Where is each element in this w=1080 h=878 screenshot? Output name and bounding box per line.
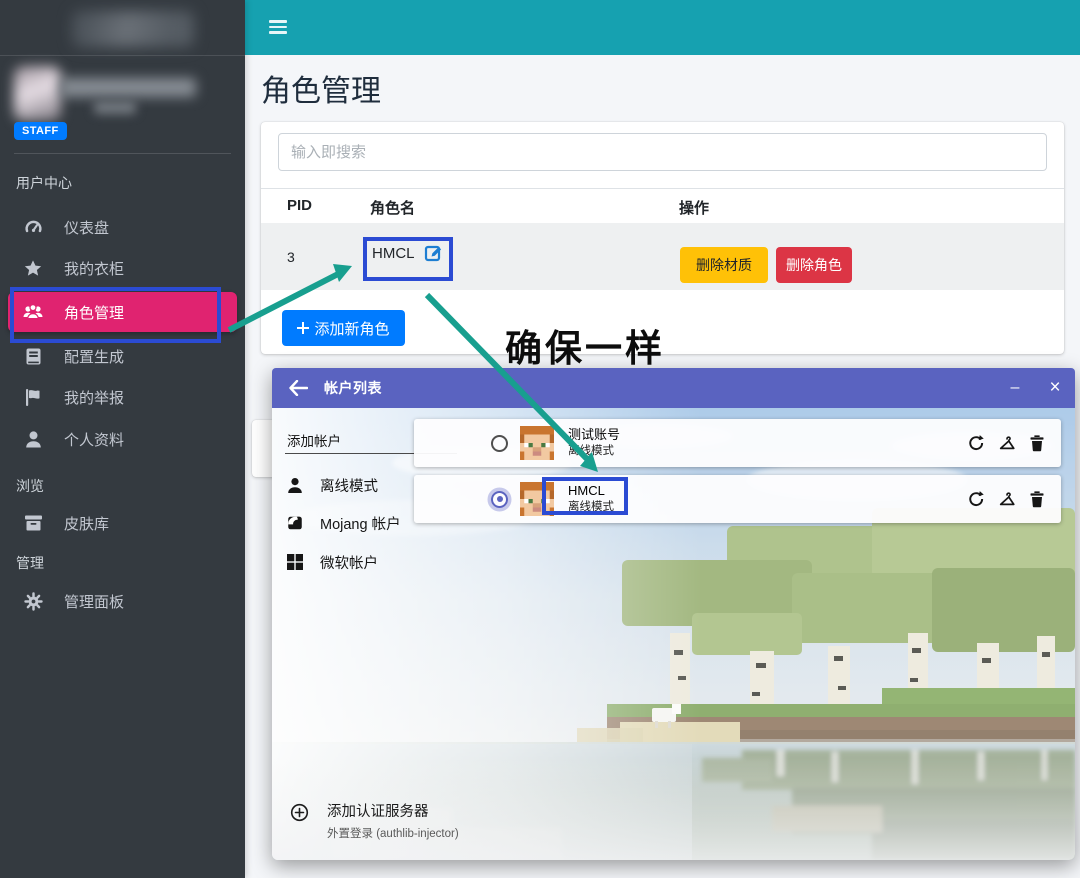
sidebar-item-label: 角色管理: [64, 302, 124, 323]
search-input[interactable]: [278, 133, 1047, 171]
blurred-site-logo: [72, 11, 194, 47]
close-button[interactable]: ×: [1035, 368, 1075, 408]
radio-unchecked[interactable]: [491, 435, 508, 452]
cell-pid: 3: [287, 249, 295, 265]
sidebar-item-label: 皮肤库: [64, 513, 109, 534]
account-name: HMCL: [568, 484, 614, 497]
sidebar-section-admin: 管理: [16, 553, 44, 573]
delete-texture-button[interactable]: 删除材质: [680, 247, 768, 283]
back-arrow-icon[interactable]: [288, 380, 308, 396]
blurred-username: [60, 78, 196, 97]
sidebar-item-reports[interactable]: 我的举报: [8, 377, 237, 417]
person-icon: [285, 477, 305, 494]
sidebar-item-dashboard[interactable]: 仪表盘: [8, 207, 237, 247]
add-role-button[interactable]: 添加新角色: [282, 310, 405, 346]
radio-checked[interactable]: [491, 491, 508, 508]
account-name: 测试账号: [568, 428, 620, 441]
sidebar-item-label: 配置生成: [64, 346, 124, 367]
window-content: 添加帐户 离线模式 Mojang 帐户 微软帐户: [272, 408, 1075, 860]
blurred-user-subtext: [94, 101, 136, 114]
hamburger-menu-icon[interactable]: [269, 20, 287, 34]
method-label: 微软帐户: [320, 552, 378, 573]
book-icon: [22, 346, 44, 366]
account-type: 离线模式: [568, 502, 614, 514]
account-card-test[interactable]: 测试账号 离线模式: [414, 419, 1061, 467]
handwritten-annotation: 确保一样: [505, 318, 665, 372]
sidebar-item-label: 我的举报: [64, 387, 124, 408]
staff-badge: STAFF: [14, 122, 67, 140]
sidebar-divider: [14, 153, 231, 154]
hmcl-launcher-window: 帐户列表 – ×: [272, 368, 1075, 860]
sidebar-item-roles[interactable]: 角色管理: [8, 292, 237, 332]
minimize-button[interactable]: –: [995, 368, 1035, 408]
delete-role-button[interactable]: 删除角色: [776, 247, 852, 283]
mojang-icon: [285, 514, 305, 532]
users-icon: [22, 302, 44, 322]
sidebar-item-closet[interactable]: 我的衣柜: [8, 248, 237, 288]
sidebar-item-config[interactable]: 配置生成: [8, 336, 237, 376]
refresh-icon[interactable]: [967, 434, 985, 452]
sidebar-item-label: 我的衣柜: [64, 258, 124, 279]
top-navbar: [245, 0, 1080, 55]
account-type: 离线模式: [568, 446, 620, 458]
method-label: Mojang 帐户: [320, 513, 401, 534]
account-card-hmcl[interactable]: HMCL 离线模式: [414, 475, 1061, 523]
col-header-pid: PID: [287, 197, 312, 214]
archive-icon: [22, 513, 44, 533]
table-header: PID 角色名 操作: [261, 188, 1064, 225]
avatar: [14, 66, 61, 121]
sidebar-item-label: 个人资料: [64, 429, 124, 450]
authlib-injector-subtext: 外置登录 (authlib-injector): [327, 825, 459, 841]
skin-hanger-icon[interactable]: [998, 490, 1016, 508]
window-titlebar: 帐户列表 – ×: [272, 368, 1075, 408]
sidebar-item-label: 管理面板: [64, 591, 124, 612]
skin-hanger-icon[interactable]: [998, 434, 1016, 452]
plus-circle-icon: [290, 803, 309, 841]
add-auth-server-label: 添加认证服务器: [327, 800, 459, 821]
method-microsoft[interactable]: 微软帐户: [285, 547, 465, 577]
add-account-header: 添加帐户: [287, 430, 341, 450]
minecraft-avatar: [520, 426, 554, 460]
method-label: 离线模式: [320, 475, 378, 496]
gauge-icon: [22, 217, 44, 237]
table-row: 3 HMCL 删除材质 删除角色: [261, 223, 1064, 290]
sidebar-item-admin-panel[interactable]: 管理面板: [8, 581, 237, 621]
sidebar-item-skin-library[interactable]: 皮肤库: [8, 503, 237, 543]
edit-pencil-icon[interactable]: [424, 243, 444, 263]
screen: STAFF 用户中心 仪表盘 我的衣柜 角色管理 配置生成: [0, 0, 1080, 878]
flag-icon: [22, 387, 44, 407]
gear-icon: [22, 591, 44, 611]
role-name-text: HMCL: [372, 245, 415, 262]
page-title: 角色管理: [261, 66, 381, 110]
sidebar-item-profile[interactable]: 个人资料: [8, 419, 237, 459]
sidebar-item-label: 仪表盘: [64, 217, 109, 238]
add-role-label: 添加新角色: [314, 318, 389, 339]
plus-icon: [297, 322, 309, 334]
brand-bar[interactable]: [0, 0, 245, 56]
add-auth-server-row[interactable]: 添加认证服务器 外置登录 (authlib-injector): [290, 800, 459, 841]
sidebar-section-browse: 浏览: [16, 476, 44, 496]
col-header-actions: 操作: [679, 197, 709, 218]
cell-role-name: HMCL: [372, 243, 444, 263]
minecraft-avatar: [520, 482, 554, 516]
sidebar: STAFF 用户中心 仪表盘 我的衣柜 角色管理 配置生成: [0, 0, 245, 878]
microsoft-icon: [285, 554, 305, 570]
star-icon: [22, 258, 44, 278]
sidebar-section-user-center: 用户中心: [16, 173, 72, 193]
user-icon: [22, 429, 44, 449]
col-header-name: 角色名: [370, 197, 415, 218]
trash-icon[interactable]: [1029, 490, 1045, 508]
refresh-icon[interactable]: [967, 490, 985, 508]
trash-icon[interactable]: [1029, 434, 1045, 452]
window-title: 帐户列表: [324, 378, 382, 398]
